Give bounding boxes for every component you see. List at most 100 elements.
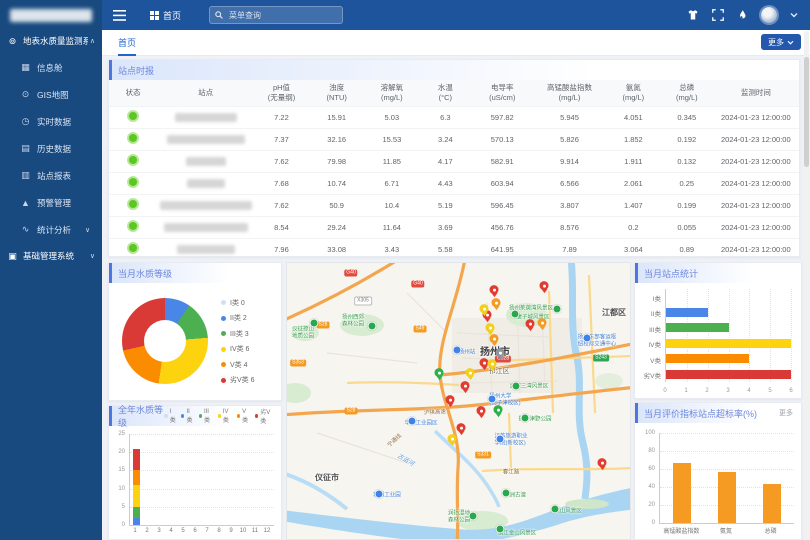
station-map[interactable]: G40G40S49S28S353S28X305G328S243S331扬州市仪征… xyxy=(286,262,631,540)
legend-item-II类[interactable]: II类 xyxy=(181,409,193,424)
donut-ring xyxy=(122,298,208,384)
map-poi-dot-green[interactable] xyxy=(551,505,560,514)
table-cell: 582.91 xyxy=(471,150,533,172)
table-cell: 7.96 xyxy=(254,238,309,260)
map-poi-dot-blue[interactable] xyxy=(488,395,497,404)
y-tick-label: 15 xyxy=(109,467,125,473)
map-poi-dot-green[interactable] xyxy=(553,305,562,314)
station-marker-red[interactable] xyxy=(540,281,549,290)
legend-swatch xyxy=(221,331,226,336)
station-marker-green[interactable] xyxy=(494,405,503,414)
fullscreen-icon[interactable] xyxy=(712,9,724,21)
map-poi-dot-blue[interactable] xyxy=(408,417,417,426)
hamburger-menu-icon[interactable] xyxy=(113,10,126,21)
station-marker-gray[interactable] xyxy=(496,348,505,357)
legend-item-劣V类[interactable]: 劣V类 xyxy=(255,407,273,425)
station-marker-red[interactable] xyxy=(457,423,466,432)
menu-search[interactable] xyxy=(209,6,343,24)
sidebar-item-站点报表[interactable]: ▥站点报表 xyxy=(0,162,102,189)
sidebar-item-历史数据[interactable]: ▤历史数据 xyxy=(0,135,102,162)
gis-map-icon: ⊙ xyxy=(20,89,31,100)
station-marker-orange[interactable] xyxy=(492,298,501,307)
legend-item-IV类[interactable]: IV类 xyxy=(218,409,232,424)
legend-item-I类[interactable]: I类 0 xyxy=(221,295,255,311)
legend-item-III类[interactable]: III类 3 xyxy=(221,326,255,342)
x-tick-label: 4 xyxy=(747,388,750,394)
station-marker-yellow[interactable] xyxy=(480,304,489,313)
map-poi-dot-green[interactable] xyxy=(512,382,521,391)
station-marker-orange[interactable] xyxy=(490,334,499,343)
map-poi-dot-blue[interactable] xyxy=(496,435,505,444)
road-badge: S49 xyxy=(414,326,427,333)
map-label-park: 润扬湿地 森林公园 xyxy=(448,510,470,523)
legend-item-I类[interactable]: I类 xyxy=(164,409,176,424)
page-scrollbar-thumb[interactable] xyxy=(804,57,809,167)
map-label-city: 江都区 xyxy=(602,308,626,318)
hbar-plot xyxy=(665,289,791,382)
table-cell: 1.407 xyxy=(606,194,661,216)
sidebar-item-预警管理[interactable]: ▲预警管理 xyxy=(0,189,102,216)
station-marker-yellow[interactable] xyxy=(486,323,495,332)
legend-swatch xyxy=(218,414,221,418)
gridline xyxy=(130,489,274,490)
table-row: 7.6279.9811.854.17582.919.9141.9110.1322… xyxy=(109,150,799,172)
table-cell: 597.82 xyxy=(471,106,533,128)
bar-劣V类 xyxy=(666,370,791,379)
user-avatar[interactable] xyxy=(761,7,777,23)
sidebar-item-GIS地图[interactable]: ⊙GIS地图 xyxy=(0,81,102,108)
station-marker-red[interactable] xyxy=(446,395,455,404)
station-marker-yellow[interactable] xyxy=(466,368,475,377)
sidebar-item-实时数据[interactable]: ◷实时数据 xyxy=(0,108,102,135)
legend-item-V类[interactable]: V类 xyxy=(237,409,250,424)
table-row: 8.5429.2411.643.69456.768.5760.20.055202… xyxy=(109,216,799,238)
map-poi-dot-green[interactable] xyxy=(368,322,377,331)
more-button[interactable]: 更多 xyxy=(761,34,801,50)
legend-item-劣V类[interactable]: 劣V类 6 xyxy=(221,373,255,389)
table-cell: 5.826 xyxy=(533,128,605,150)
station-marker-red[interactable] xyxy=(526,319,535,328)
gridline xyxy=(749,289,750,382)
sidebar-item-label: 预警管理 xyxy=(37,197,71,209)
layout-size-icon[interactable] xyxy=(687,9,699,21)
station-marker-red[interactable] xyxy=(477,406,486,415)
station-marker-green[interactable] xyxy=(435,368,444,377)
map-poi-dot-blue[interactable] xyxy=(453,346,462,355)
map-poi-dot-blue[interactable] xyxy=(375,490,384,499)
legend-item-IV类[interactable]: IV类 6 xyxy=(221,342,255,358)
exceedance-more-link[interactable]: 更多 xyxy=(779,408,793,418)
station-marker-orange[interactable] xyxy=(538,318,547,327)
tab-home[interactable]: 首页 xyxy=(118,36,136,56)
x-tick-label: 1 xyxy=(684,388,687,394)
sidebar-section-1[interactable]: ▣基础管理系统∨ xyxy=(0,243,102,269)
station-marker-red[interactable] xyxy=(490,285,499,294)
sidebar-item-信息舱[interactable]: ▦信息舱 xyxy=(0,54,102,81)
y-tick-label: 10 xyxy=(109,486,125,492)
station-marker-red[interactable] xyxy=(598,458,607,467)
legend-item-V类[interactable]: V类 4 xyxy=(221,357,255,373)
page-scrollbar-track[interactable] xyxy=(804,31,809,539)
table-cell: 3.064 xyxy=(606,238,661,260)
sidebar-section-0[interactable]: ⊚地表水质量监测系统∧ xyxy=(0,28,102,54)
sidebar-section-label: 基础管理系统 xyxy=(23,250,88,262)
legend-item-III类[interactable]: III类 xyxy=(199,409,213,424)
map-poi-dot-green[interactable] xyxy=(310,319,319,328)
sidebar-item-统计分析[interactable]: ∿统计分析∨ xyxy=(0,216,102,243)
user-dropdown-caret-icon[interactable] xyxy=(790,12,798,18)
station-marker-yellow[interactable] xyxy=(448,434,457,443)
map-poi-dot-green[interactable] xyxy=(469,512,478,521)
map-poi-dot-green[interactable] xyxy=(496,525,505,534)
legend-item-II类[interactable]: II类 2 xyxy=(221,311,255,327)
donut-legend: I类 0II类 2III类 3IV类 6V类 4劣V类 6 xyxy=(221,295,255,388)
station-marker-yellow[interactable] xyxy=(488,359,497,368)
breadcrumb-home[interactable]: 首页 xyxy=(150,9,181,22)
map-poi-dot-blue[interactable] xyxy=(583,334,592,343)
history-data-icon: ▤ xyxy=(20,143,31,154)
map-poi-dot-green[interactable] xyxy=(521,414,530,423)
table-cell: 0.132 xyxy=(661,150,713,172)
search-input[interactable] xyxy=(227,10,337,21)
station-name-redacted xyxy=(186,157,226,166)
flame-icon[interactable] xyxy=(737,9,748,21)
legend-swatch xyxy=(255,414,258,418)
map-poi-dot-green[interactable] xyxy=(502,489,511,498)
map-poi-dot-green[interactable] xyxy=(511,310,520,319)
